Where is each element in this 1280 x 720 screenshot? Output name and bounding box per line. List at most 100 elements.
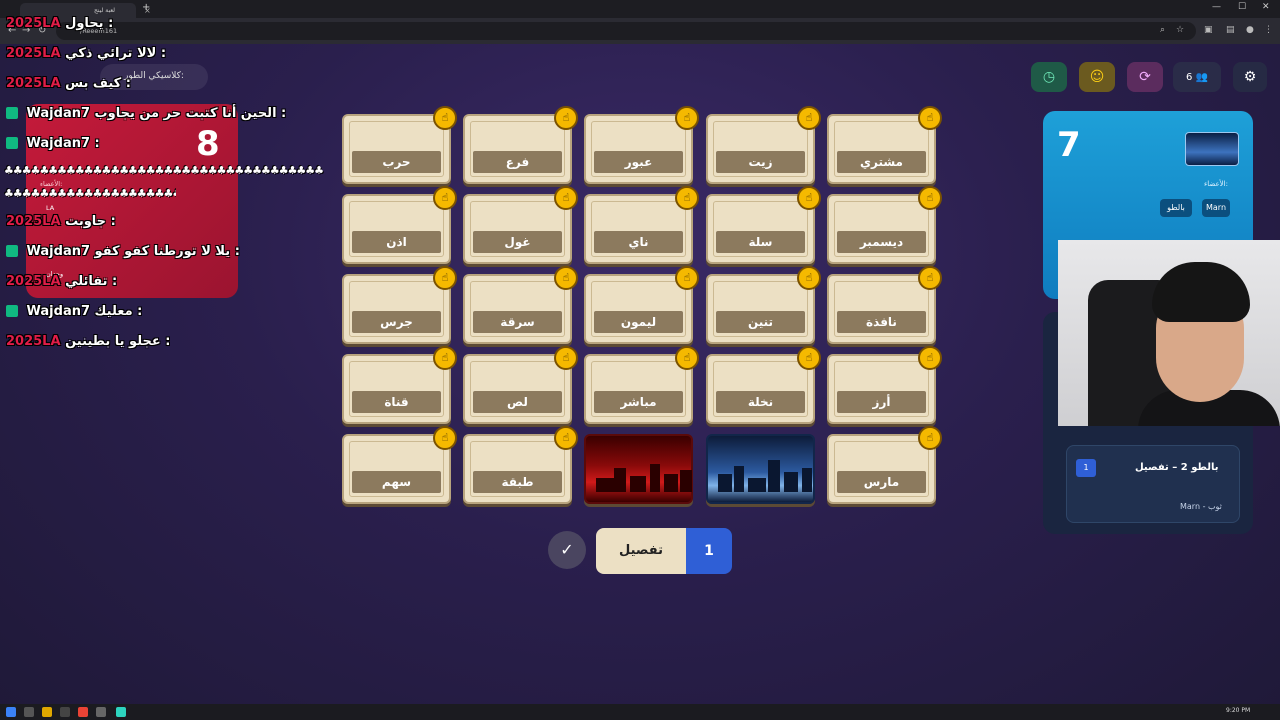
zoom-icon[interactable]: ⌕ <box>1160 25 1165 35</box>
hand-pointer-icon[interactable]: ☝ <box>675 186 699 210</box>
hand-pointer-icon[interactable]: ☝ <box>554 426 578 450</box>
end-turn-button[interactable]: ✓ <box>548 531 586 569</box>
city-skyline-image <box>592 458 692 492</box>
settings-button[interactable]: ⚙ <box>1233 62 1267 92</box>
chat-text: جاوبت : <box>65 214 116 229</box>
word-card[interactable]: طبقة ☝ <box>463 426 578 504</box>
word-card[interactable]: سرقة ☝ <box>463 266 578 344</box>
word-card[interactable]: ديسمبر ☝ <box>827 186 942 264</box>
chat-message: Wajdan7 يلا لا تورطنا كفو كفو : <box>6 244 240 259</box>
hand-pointer-icon[interactable]: ☝ <box>797 106 821 130</box>
word-card[interactable]: نخلة ☝ <box>706 346 821 424</box>
chrome-icon[interactable] <box>78 707 88 717</box>
history-clue-text: بالطو 2 – تفصيل <box>1135 462 1219 473</box>
app-icon[interactable] <box>116 707 126 717</box>
hand-pointer-icon[interactable]: ☝ <box>554 346 578 370</box>
word-card[interactable]: مارس ☝ <box>827 426 942 504</box>
blue-team-image <box>1185 132 1239 166</box>
hand-pointer-icon[interactable]: ☝ <box>554 186 578 210</box>
card-word: زيت <box>716 151 805 173</box>
app-icon[interactable] <box>60 707 70 717</box>
stream-chat-overlay: 2025LA يحاول : 2025LA لالا ترائي ذكي : 2… <box>0 0 360 360</box>
os-taskbar: 9:20 PM <box>0 704 1280 720</box>
minimize-icon[interactable]: — <box>1212 2 1221 12</box>
chat-spam-line: ♣♣♣♣♣♣♣♣♣♣♣♣♣♣♣♣♣♣♣♣♣♣♣♣♣♣♣♣♣♣♣♣♣♣♣♣ <box>4 164 324 177</box>
chat-text: كيف بس : <box>65 76 131 91</box>
hand-pointer-icon[interactable]: ☝ <box>918 346 942 370</box>
card-word: نافذة <box>837 311 926 333</box>
folder-icon[interactable] <box>42 707 52 717</box>
hand-pointer-icon[interactable]: ☝ <box>554 106 578 130</box>
hand-pointer-icon[interactable]: ☝ <box>918 426 942 450</box>
bookmark-star-icon[interactable]: ☆ <box>1176 25 1184 35</box>
word-card[interactable]: قناة ☝ <box>342 346 457 424</box>
card-word: نخلة <box>716 391 805 413</box>
clock-icon: ◷ <box>1042 69 1056 85</box>
card-word: سرقة <box>473 311 562 333</box>
timer-button[interactable]: ◷ <box>1031 62 1067 92</box>
word-card[interactable]: ليمون ☝ <box>584 266 699 344</box>
hand-pointer-icon[interactable]: ☝ <box>797 186 821 210</box>
word-card-grid: مشتري ☝ زيت ☝ عبور ☝ فرع ☝ حرب ☝ ديسمبر ☝ سلة ☝ ناي ☝ غو… <box>342 106 942 508</box>
hand-pointer-icon[interactable]: ☝ <box>918 266 942 290</box>
revealed-card[interactable] <box>706 434 815 504</box>
card-word: تنين <box>716 311 805 333</box>
hand-pointer-icon[interactable]: ☝ <box>675 346 699 370</box>
word-card[interactable]: نافذة ☝ <box>827 266 942 344</box>
maximize-icon[interactable]: ☐ <box>1238 2 1246 12</box>
word-card[interactable]: مباشر ☝ <box>584 346 699 424</box>
search-icon[interactable] <box>24 707 34 717</box>
word-card[interactable]: زيت ☝ <box>706 106 821 184</box>
extensions-icon[interactable]: ▣ <box>1204 25 1213 35</box>
chat-user: Wajdan7 <box>26 304 91 319</box>
menu-icon[interactable]: ⋮ <box>1264 25 1273 35</box>
word-card[interactable]: حرب ☝ <box>342 106 457 184</box>
word-card[interactable]: ناي ☝ <box>584 186 699 264</box>
chat-message: Wajdan7 الحين أنا كتبت حر من يجاوب : <box>6 106 286 121</box>
word-card[interactable]: اذن ☝ <box>342 186 457 264</box>
hand-pointer-icon[interactable]: ☝ <box>675 266 699 290</box>
hand-pointer-icon[interactable]: ☝ <box>433 186 457 210</box>
word-card[interactable]: لص ☝ <box>463 346 578 424</box>
chat-message: 2025LA جاوبت : <box>6 214 116 229</box>
revealed-card[interactable] <box>584 434 693 504</box>
blue-team-member-chip: بالطو <box>1160 199 1192 217</box>
hand-pointer-icon[interactable]: ☝ <box>675 106 699 130</box>
emoji-button[interactable]: ☺ <box>1079 62 1115 92</box>
word-card[interactable]: فرع ☝ <box>463 106 578 184</box>
players-button[interactable]: 6 👥 <box>1173 62 1221 92</box>
history-clue-number: 1 <box>1076 459 1096 477</box>
card-word: حرب <box>352 151 441 173</box>
word-card[interactable]: أرز ☝ <box>827 346 942 424</box>
sidebar-icon[interactable]: ▤ <box>1226 25 1235 35</box>
hand-pointer-icon[interactable]: ☝ <box>797 346 821 370</box>
hand-pointer-icon[interactable]: ☝ <box>433 106 457 130</box>
hand-pointer-icon[interactable]: ☝ <box>433 346 457 370</box>
word-card[interactable]: غول ☝ <box>463 186 578 264</box>
card-word: سهم <box>352 471 441 493</box>
word-card[interactable]: سلة ☝ <box>706 186 821 264</box>
word-card[interactable]: سهم ☝ <box>342 426 457 504</box>
hand-pointer-icon[interactable]: ☝ <box>433 266 457 290</box>
word-card[interactable]: جرس ☝ <box>342 266 457 344</box>
hand-pointer-icon[interactable]: ☝ <box>797 266 821 290</box>
profile-icon[interactable]: ● <box>1246 25 1254 35</box>
hand-pointer-icon[interactable]: ☝ <box>918 106 942 130</box>
app-icon[interactable] <box>96 707 106 717</box>
start-icon[interactable] <box>6 707 16 717</box>
card-word: فرع <box>473 151 562 173</box>
smile-icon: ☺ <box>1089 69 1105 85</box>
word-card[interactable]: مشتري ☝ <box>827 106 942 184</box>
word-card[interactable]: عبور ☝ <box>584 106 699 184</box>
hand-pointer-icon[interactable]: ☝ <box>433 426 457 450</box>
card-word: قناة <box>352 391 441 413</box>
chat-message: Wajdan7 معليك : <box>6 304 142 319</box>
hand-pointer-icon[interactable]: ☝ <box>918 186 942 210</box>
card-word: ديسمبر <box>837 231 926 253</box>
window-close-icon[interactable]: ✕ <box>1262 2 1270 12</box>
chat-text: معليك : <box>94 304 143 319</box>
city-skyline-image <box>714 458 812 492</box>
refresh-button[interactable]: ⟳ <box>1127 62 1163 92</box>
hand-pointer-icon[interactable]: ☝ <box>554 266 578 290</box>
word-card[interactable]: تنين ☝ <box>706 266 821 344</box>
